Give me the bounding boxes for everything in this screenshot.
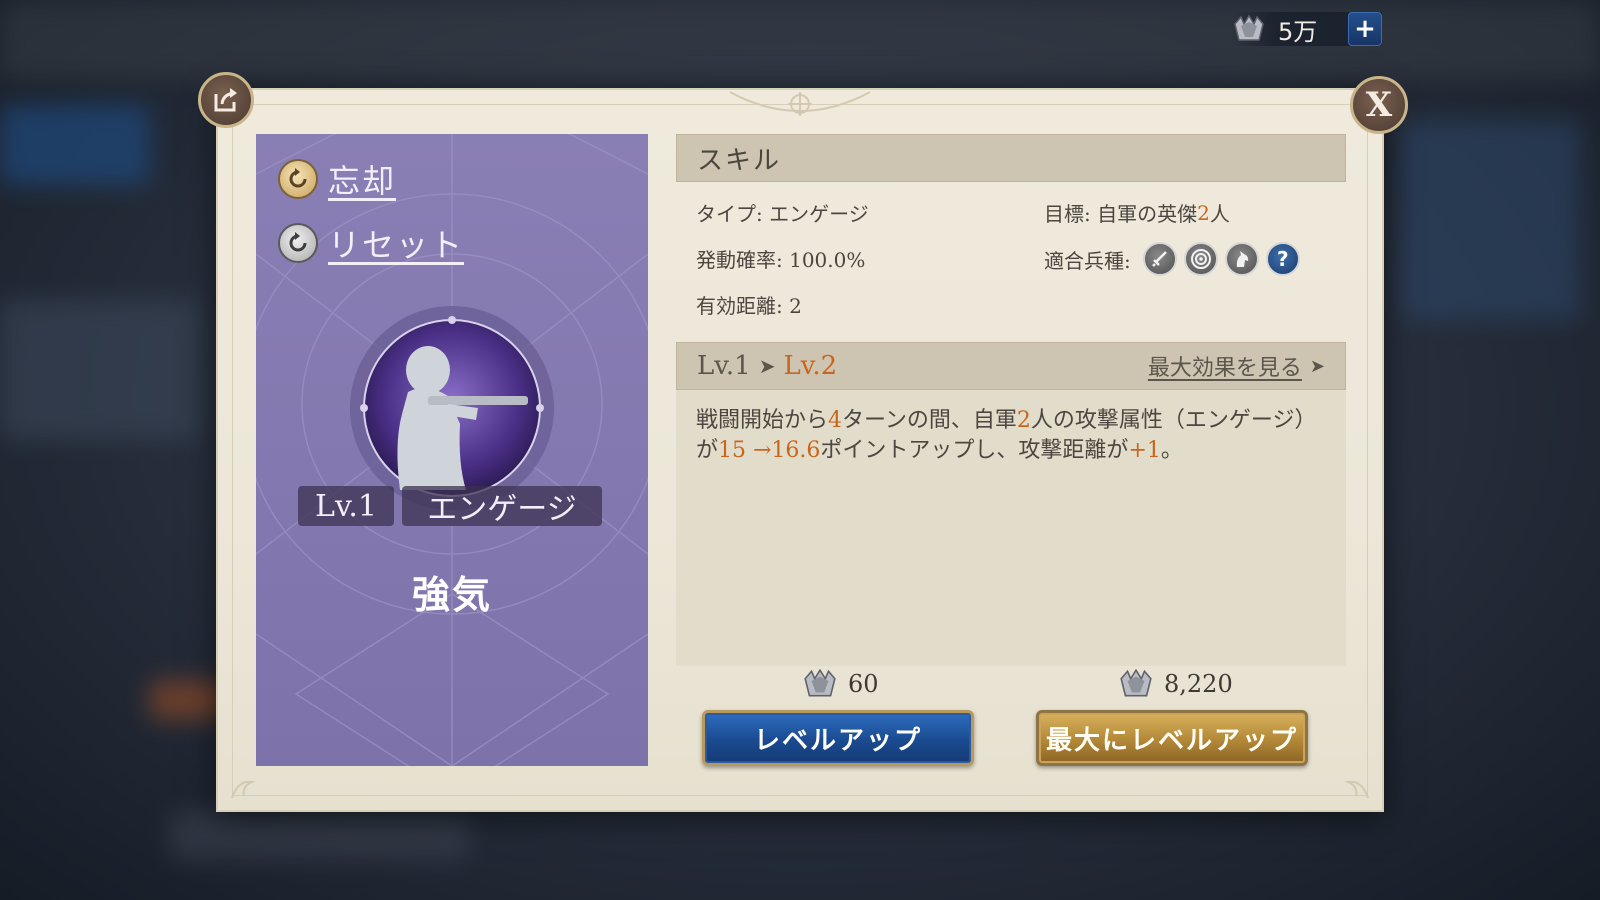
background-blob [0,105,150,185]
skill-name: 強気 [411,572,492,617]
skill-description: 戦闘開始から4ターンの間、自軍2人の攻撃属性（エンゲージ）が15 →16.6ポイ… [676,390,1346,666]
forget-label[interactable]: 忘却 [328,156,396,202]
unit-types-label: 適合兵種: [1044,248,1131,273]
gem-icon [804,668,836,697]
desc-text: 戦闘開始から [696,408,829,433]
desc-turns: 4 [828,408,843,433]
background-blob [170,810,470,860]
desc-text: ターンの間、自軍 [842,408,1017,433]
maxlevelup-cost: 8,220 [1118,668,1233,700]
levelup-cost-value: 60 [848,670,879,698]
chevron-right-icon: ➤ [1309,355,1325,377]
desc-text: 。 [1160,438,1183,463]
levelup-button[interactable]: レベルアップ [702,710,974,766]
next-level: Lv.2 [783,351,838,381]
effective-range-info: 有効距離: 2 [696,294,802,318]
corner-ornament-icon [1344,780,1369,799]
horse-icon[interactable] [1224,242,1259,276]
skill-type-info: タイプ: エンゲージ [696,202,869,226]
current-level: Lv.1 [697,351,751,381]
skill-level-badge: Lv.1 [298,486,394,526]
close-icon: X [1365,85,1393,125]
desc-range-bonus: +1 [1128,438,1161,463]
corner-ornament-icon [231,780,256,799]
desc-allies: 2 [1016,408,1031,433]
forget-icon [278,159,318,199]
share-icon [214,88,237,112]
skill-section-header: スキル [676,134,1346,182]
skill-card-panel: 忘却 リセット Lv.1 エンゲージ 強気 [256,134,648,766]
forget-option[interactable]: 忘却 [278,156,396,202]
background-blob [0,300,200,440]
max-effect-link-wrap[interactable]: 最大効果を見る ➤ [1148,350,1325,382]
reset-icon [278,223,318,263]
gem-icon [1234,14,1264,41]
background-blob [1400,120,1580,320]
maxlevelup-cost-value: 8,220 [1164,670,1233,698]
activation-rate-info: 発動確率: 100.0% [696,248,866,272]
target-count: 2 [1197,200,1210,225]
sword-icon[interactable] [1142,242,1177,276]
target-icon[interactable] [1183,242,1218,276]
desc-values: 15 →16.6 [718,438,821,463]
add-currency-button[interactable]: + [1348,12,1382,46]
level-comparison: Lv.1 ➤ Lv.2 [697,351,837,381]
share-button[interactable] [198,72,254,128]
max-levelup-button[interactable]: 最大にレベルアップ [1036,710,1308,766]
ornament-icon [729,91,871,116]
max-effect-link[interactable]: 最大効果を見る [1148,350,1302,382]
rifleman-icon [350,306,554,510]
currency-display: 5万 + [1232,12,1382,46]
close-button[interactable]: X [1350,76,1408,134]
question-icon[interactable]: ? [1265,242,1300,276]
arrow-right-icon: ➤ [758,354,776,378]
levelup-cost: 60 [802,668,879,700]
desc-text: ポイントアップし、攻撃距離が [820,438,1129,463]
currency-amount: 5万 [1278,17,1318,46]
gem-icon [1120,668,1152,697]
unit-type-icons: ? [1142,242,1300,276]
reset-option[interactable]: リセット [278,220,464,266]
target-prefix: 目標: 自軍の英傑 [1044,202,1198,226]
reset-label[interactable]: リセット [328,220,464,266]
target-suffix: 人 [1209,202,1230,226]
level-comparison-header: Lv.1 ➤ Lv.2 最大効果を見る ➤ [676,342,1346,390]
question-mark: ? [1276,247,1289,271]
skill-target-info: 目標: 自軍の英傑 2 人 [1044,198,1230,227]
skill-type-badge: エンゲージ [402,486,602,527]
unit-types-info: 適合兵種: ? [1044,242,1300,276]
